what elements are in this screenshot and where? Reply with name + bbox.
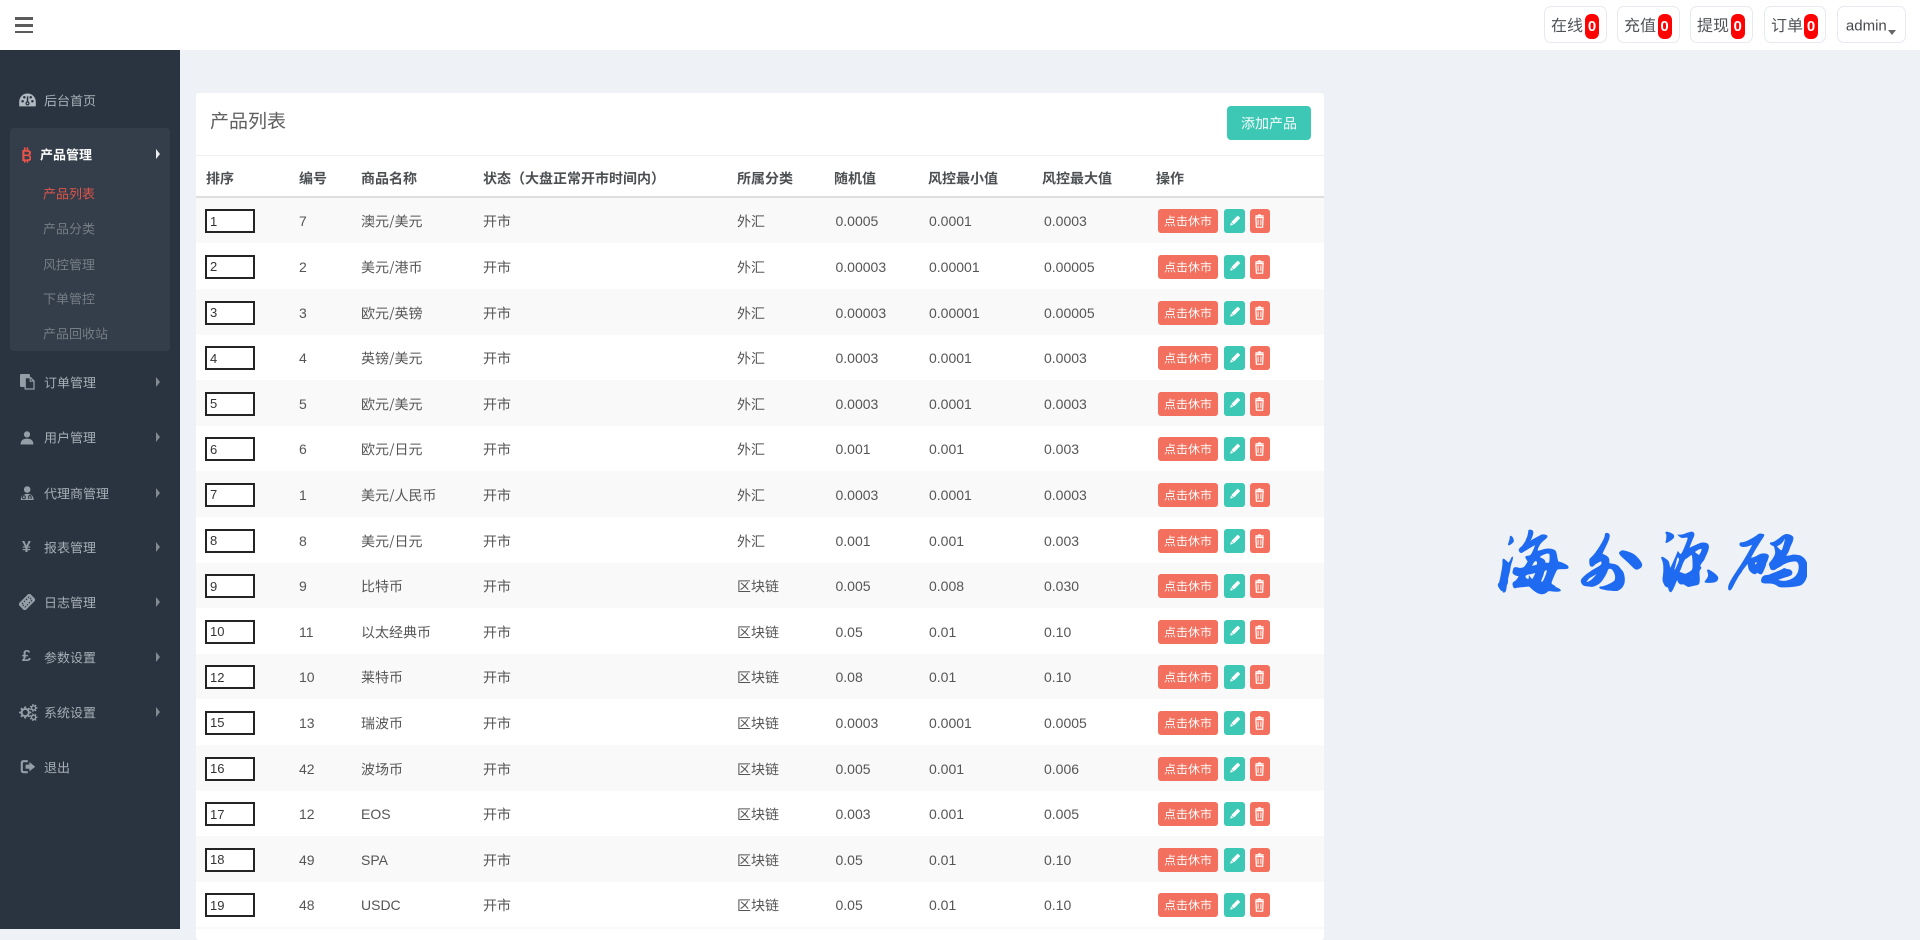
svg-text:B: B bbox=[21, 147, 31, 162]
